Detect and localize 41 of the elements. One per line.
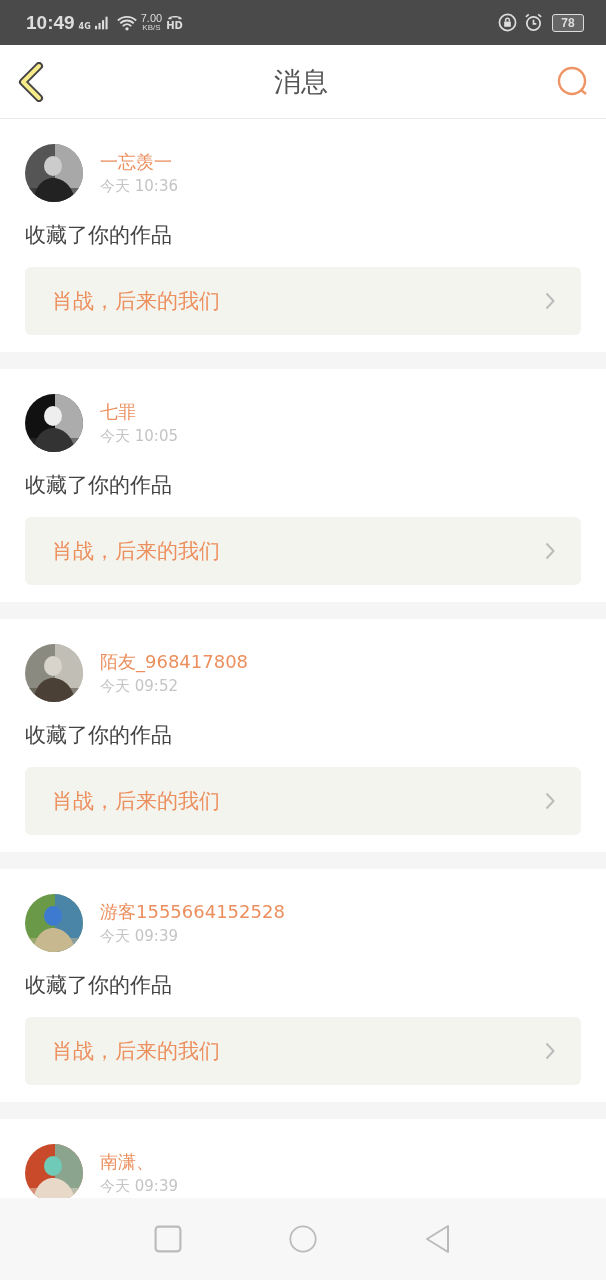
message-text: 收藏了你的作品 [25,722,173,749]
message-time: 今天 09:39 [100,1176,178,1196]
message-text: 收藏了你的作品 [25,222,173,249]
chevron-right-icon [545,1042,555,1060]
wifi-icon [116,14,137,31]
work-title: 肖战，后来的我们 [52,788,220,815]
work-link[interactable]: 肖战，后来的我们 [25,517,581,585]
speed-unit: KB/S [142,22,161,32]
speed-value: 7.00 [140,13,163,23]
alarm-icon [524,13,543,32]
user-name[interactable]: 游客1555664152528 [100,900,285,924]
home-icon[interactable] [289,1224,317,1254]
recents-icon[interactable] [153,1224,182,1254]
work-title: 肖战，后来的我们 [52,538,220,565]
user-name[interactable]: 南潇、 [100,1150,178,1174]
chevron-right-icon [545,542,555,560]
work-title: 肖战，后来的我们 [52,1038,220,1065]
rotation-lock-icon [498,13,517,32]
message-time: 今天 10:36 [100,176,178,196]
work-link[interactable]: 肖战，后来的我们 [25,267,581,335]
chevron-right-icon [545,792,555,810]
user-name[interactable]: 一忘羡一 [100,150,178,174]
work-link[interactable]: 肖战，后来的我们 [25,1017,581,1085]
signal-icon [94,15,109,30]
work-title: 肖战，后来的我们 [52,288,220,315]
battery-level: 78 [561,15,575,30]
clock-time: 10:49 [26,11,75,34]
message-time: 今天 10:05 [100,426,178,446]
user-name[interactable]: 陌友_968417808 [100,650,249,674]
back-icon[interactable] [17,61,45,102]
network-type: 4G [78,21,91,31]
message-text: 收藏了你的作品 [25,972,173,999]
message-time: 今天 09:52 [100,676,179,696]
message-text: 收藏了你的作品 [25,472,173,499]
user-name[interactable]: 七罪 [100,400,178,424]
message-time: 今天 09:39 [100,926,179,946]
work-link[interactable]: 肖战，后来的我们 [25,767,581,835]
hd-label: HD [166,20,183,31]
page-title: 消息 [273,64,328,99]
phone-icon [166,14,183,20]
chevron-right-icon [545,292,555,310]
